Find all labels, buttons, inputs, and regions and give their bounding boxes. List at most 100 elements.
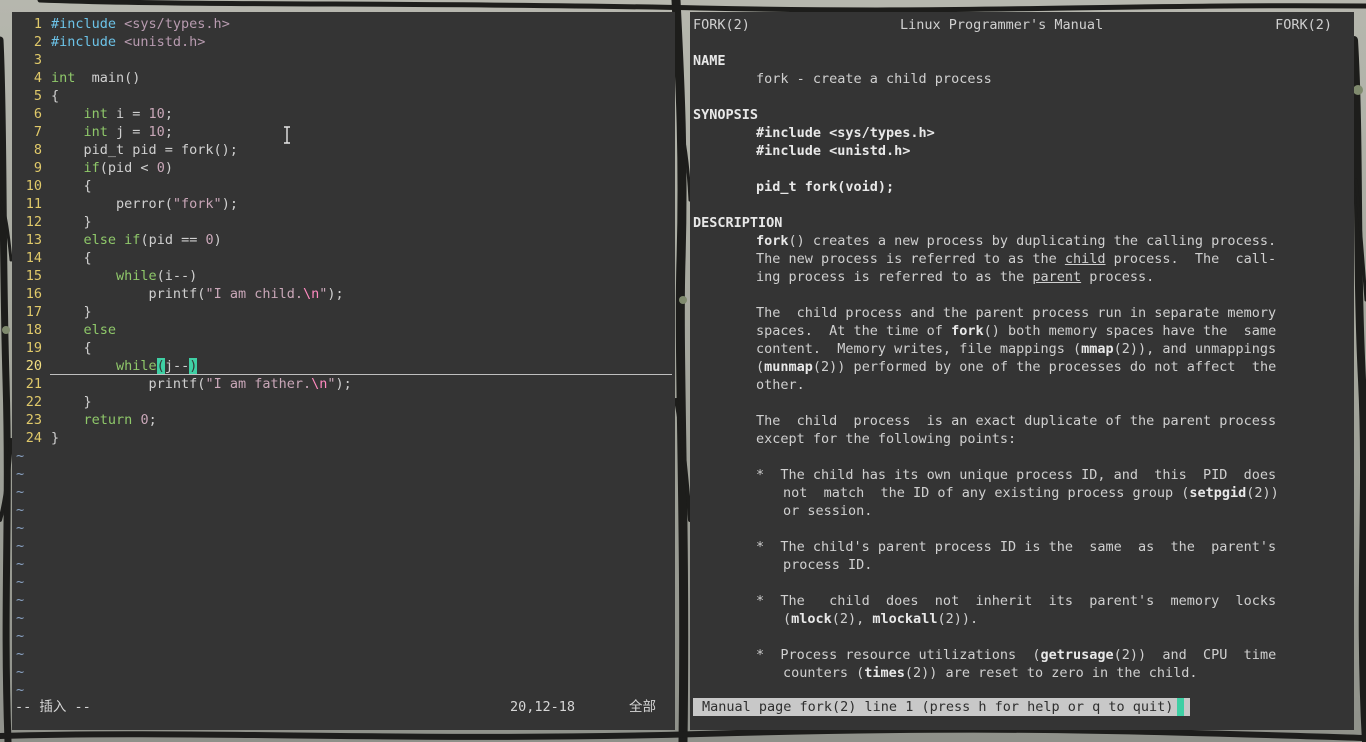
code-line[interactable]: 15 while(i--)	[12, 267, 675, 285]
line-number: 20	[25, 358, 42, 374]
line-number: 6	[33, 106, 42, 122]
code-line[interactable]: 21 printf("I am father.\n");	[12, 375, 675, 393]
code-line[interactable]: 22 }	[12, 393, 675, 411]
line-number: 15	[25, 268, 42, 284]
code-line[interactable]: 10 {	[12, 177, 675, 195]
man-desc-line: ing process is referred to as the parent…	[756, 269, 1155, 285]
line-number: 2	[33, 34, 42, 50]
line-number: 7	[33, 124, 42, 140]
code-line[interactable]: 11 perror("fork");	[12, 195, 675, 213]
code-line[interactable]: 20 while(j--)	[12, 357, 675, 375]
code-text: while(i--)	[116, 268, 198, 284]
man-section-synopsis: SYNOPSIS	[693, 107, 759, 123]
line-number: 19	[25, 340, 42, 356]
code-line[interactable]: 17 }	[12, 303, 675, 321]
code-text: {	[51, 178, 92, 194]
code-text: while(j--)	[116, 358, 198, 374]
cursorline-underline	[50, 374, 672, 375]
code-line[interactable]: 18 else	[12, 321, 675, 339]
man-desc-line: The child process and the parent process…	[756, 305, 1277, 321]
code-text: {	[51, 88, 60, 104]
code-text: return 0;	[83, 412, 157, 428]
man-bullet-line: counters (times(2)) are reset to zero in…	[783, 665, 1198, 681]
man-desc-line: fork() creates a new process by duplicat…	[756, 233, 1277, 249]
code-text: int i = 10;	[83, 106, 173, 122]
man-bullet-line: process ID.	[783, 557, 873, 573]
code-text: }	[51, 304, 92, 320]
line-number: 16	[25, 286, 42, 302]
code-text: }	[51, 394, 92, 410]
code-text: pid_t pid = fork();	[51, 142, 238, 158]
man-synopsis-include-1: #include <sys/types.h>	[756, 125, 935, 141]
code-line[interactable]: 8 pid_t pid = fork();	[12, 141, 675, 159]
line-number: 22	[25, 394, 42, 410]
code-text: {	[51, 340, 92, 356]
code-line[interactable]: 2 #include <unistd.h>	[12, 33, 675, 51]
code-text: else	[83, 322, 117, 338]
man-section-name: NAME	[693, 53, 726, 69]
man-section-description: DESCRIPTION	[693, 215, 783, 231]
code-line[interactable]: 3	[12, 51, 675, 69]
man-desc-line: (munmap(2)) performed by one of the proc…	[756, 359, 1277, 375]
man-desc-line: except for the following points:	[756, 431, 1017, 447]
man-name-text: fork - create a child process	[756, 71, 992, 87]
code-text: #include <unistd.h>	[51, 34, 206, 50]
line-number: 10	[25, 178, 42, 194]
code-text: #include <sys/types.h>	[51, 16, 230, 32]
man-header-title: Linux Programmer's Manual	[900, 17, 1104, 33]
line-number: 8	[33, 142, 42, 158]
code-line[interactable]: 24}	[12, 429, 675, 447]
man-synopsis-include-2: #include <unistd.h>	[756, 143, 911, 159]
man-bullet-line: * The child's parent process ID is the s…	[756, 539, 1277, 555]
man-bullet-line: * Process resource utilizations (getrusa…	[756, 647, 1277, 663]
line-number: 21	[25, 376, 42, 392]
man-bullet-line: (mlock(2), mlockall(2)).	[783, 611, 979, 627]
code-line[interactable]: 23 return 0;	[12, 411, 675, 429]
code-line[interactable]: 4 int main()	[12, 69, 675, 87]
man-header-right: FORK(2)	[1275, 17, 1332, 33]
man-desc-line: spaces. At the time of fork() both memor…	[756, 323, 1277, 339]
man-bullet-line: * The child does not inherit its parent'…	[756, 593, 1277, 609]
code-text: }	[51, 430, 60, 446]
code-line[interactable]: 14 {	[12, 249, 675, 267]
code-line[interactable]: 13 else if(pid == 0)	[12, 231, 675, 249]
line-number: 1	[33, 16, 42, 32]
vim-editor-window[interactable]: 1 #include <sys/types.h> 2 #include <unistd…	[12, 12, 675, 730]
man-page-window[interactable]: FORK(2) Linux Programmer's Manual FORK(2…	[690, 12, 1354, 730]
line-number: 23	[25, 412, 42, 428]
vim-mode-indicator: -- 插入 --	[15, 699, 91, 715]
code-line[interactable]: 6 int i = 10;	[12, 105, 675, 123]
line-number: 9	[33, 160, 42, 176]
line-number: 24	[25, 430, 42, 446]
man-synopsis-prototype: pid_t fork(void);	[756, 179, 895, 195]
man-bullet-line: not match the ID of any existing process…	[783, 485, 1279, 501]
code-line[interactable]: 19 {	[12, 339, 675, 357]
code-text: }	[51, 214, 92, 230]
scroll-indicator: 全部	[629, 699, 656, 715]
text-cursor-icon	[284, 126, 290, 144]
code-line[interactable]: 12 }	[12, 213, 675, 231]
line-number: 4	[33, 70, 42, 86]
code-text: else if(pid == 0)	[83, 232, 222, 248]
line-number: 18	[25, 322, 42, 338]
code-text: int j = 10;	[83, 124, 173, 140]
man-desc-line: content. Memory writes, file mappings (m…	[756, 341, 1277, 357]
code-line[interactable]: 9 if(pid < 0)	[12, 159, 675, 177]
man-desc-line: The child process is an exact duplicate …	[756, 413, 1277, 429]
code-text: printf("I am child.\n");	[51, 286, 344, 302]
man-pager-status-text: Manual page fork(2) line 1 (press h for …	[702, 699, 1174, 715]
line-number: 11	[25, 196, 42, 212]
code-line[interactable]: 7 int j = 10;	[12, 123, 675, 141]
code-line[interactable]: 5{	[12, 87, 675, 105]
line-number: 14	[25, 250, 42, 266]
line-number: 13	[25, 232, 42, 248]
line-number: 5	[33, 88, 42, 104]
man-desc-line: The new process is referred to as the ch…	[756, 251, 1277, 267]
code-line[interactable]: 1 #include <sys/types.h>	[12, 15, 675, 33]
man-desc-line: other.	[756, 377, 805, 393]
code-text: if(pid < 0)	[83, 160, 173, 176]
code-line[interactable]: 16 printf("I am child.\n");	[12, 285, 675, 303]
line-number: 3	[33, 52, 42, 68]
man-pager-status-bar: Manual page fork(2) line 1 (press h for …	[693, 698, 1191, 716]
code-text: perror("fork");	[51, 196, 238, 212]
